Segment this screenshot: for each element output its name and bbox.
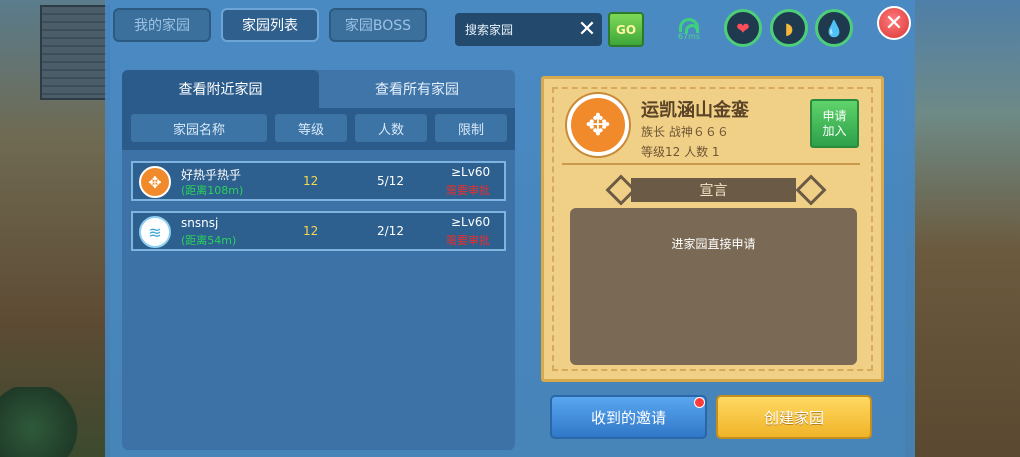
tab-my-homeland[interactable]: 我的家园 [113,8,211,42]
column-header-level: 等级 [275,114,347,142]
homeland-list-panel: 查看附近家园 查看所有家园 家园名称 等级 人数 限制 ✥ 好热乎热乎 (距离1… [122,70,515,450]
row-level: 12 [303,224,319,238]
row-members: 5/12 [377,174,404,188]
notification-dot [694,397,705,408]
column-header-name: 家园名称 [131,114,267,142]
tab-nearby-homelands[interactable]: 查看附近家园 [122,70,319,108]
go-button[interactable]: GO [608,12,644,47]
tab-all-homelands[interactable]: 查看所有家园 [319,70,515,108]
divider [562,163,860,165]
wave-icon: ≋ [139,216,171,248]
water-drop-icon: 💧 [815,9,853,47]
column-header-members: 人数 [355,114,427,142]
close-icon[interactable]: ✕ [572,18,602,41]
row-name: 好热乎热乎 [181,168,242,182]
row-level: 12 [303,174,319,188]
table-row[interactable]: ✥ 好热乎热乎 (距离108m) 12 5/12 ≥Lv60 需要审批 [131,161,506,201]
search-input[interactable]: 搜索家园 [455,21,572,38]
row-status: 需要审批 [446,184,490,197]
homeland-name: 运凯涵山金銮 [641,100,749,121]
apply-label-2: 加入 [822,123,847,138]
lobster-icon: ✥ [567,94,629,156]
column-header-row: 家园名称 等级 人数 限制 [122,108,515,150]
lobster-icon: ✥ [139,166,171,198]
scene-hut [40,5,110,100]
apply-label-1: 申请 [822,108,847,123]
ping-label: 67ms [677,32,701,41]
create-homeland-button[interactable]: 创建家园 [716,395,872,439]
scene-bush [0,387,80,457]
tab-homeland-list[interactable]: 家园列表 [221,8,319,42]
close-icon[interactable]: ✕ [877,6,911,40]
table-row[interactable]: ≋ snsnsj (距离54m) 12 2/12 ≥Lv60 需要审批 [131,211,506,251]
row-status: 需要审批 [446,234,490,247]
declaration-title: 宣言 [631,178,796,202]
column-header-limit: 限制 [435,114,507,142]
wifi-signal-icon: 67ms [676,18,702,48]
row-members: 2/12 [377,224,404,238]
row-distance: (距离54m) [181,234,237,247]
apply-join-button[interactable]: 申请 加入 [810,99,859,148]
tab-homeland-boss[interactable]: 家园BOSS [329,8,427,42]
heart-icon: ❤ [724,9,762,47]
scene-right [905,0,1020,457]
row-requirement: ≥Lv60 [451,215,491,229]
row-distance: (距离108m) [181,184,244,197]
received-invites-button[interactable]: 收到的邀请 [550,395,707,439]
homeland-leader: 族长 战神６６６ [641,125,729,139]
declaration-text: 进家园直接申请 [570,208,857,365]
search-box[interactable]: 搜索家园 ✕ [455,13,602,46]
row-name: snsnsj [181,216,219,230]
food-icon: ◗ [770,9,808,47]
row-requirement: ≥Lv60 [451,165,491,179]
homeland-stats: 等级12 人数 1 [641,145,720,159]
homeland-detail-card: ✥ 运凯涵山金銮 族长 战神６６６ 等级12 人数 1 申请 加入 宣言 进家园… [541,76,884,382]
